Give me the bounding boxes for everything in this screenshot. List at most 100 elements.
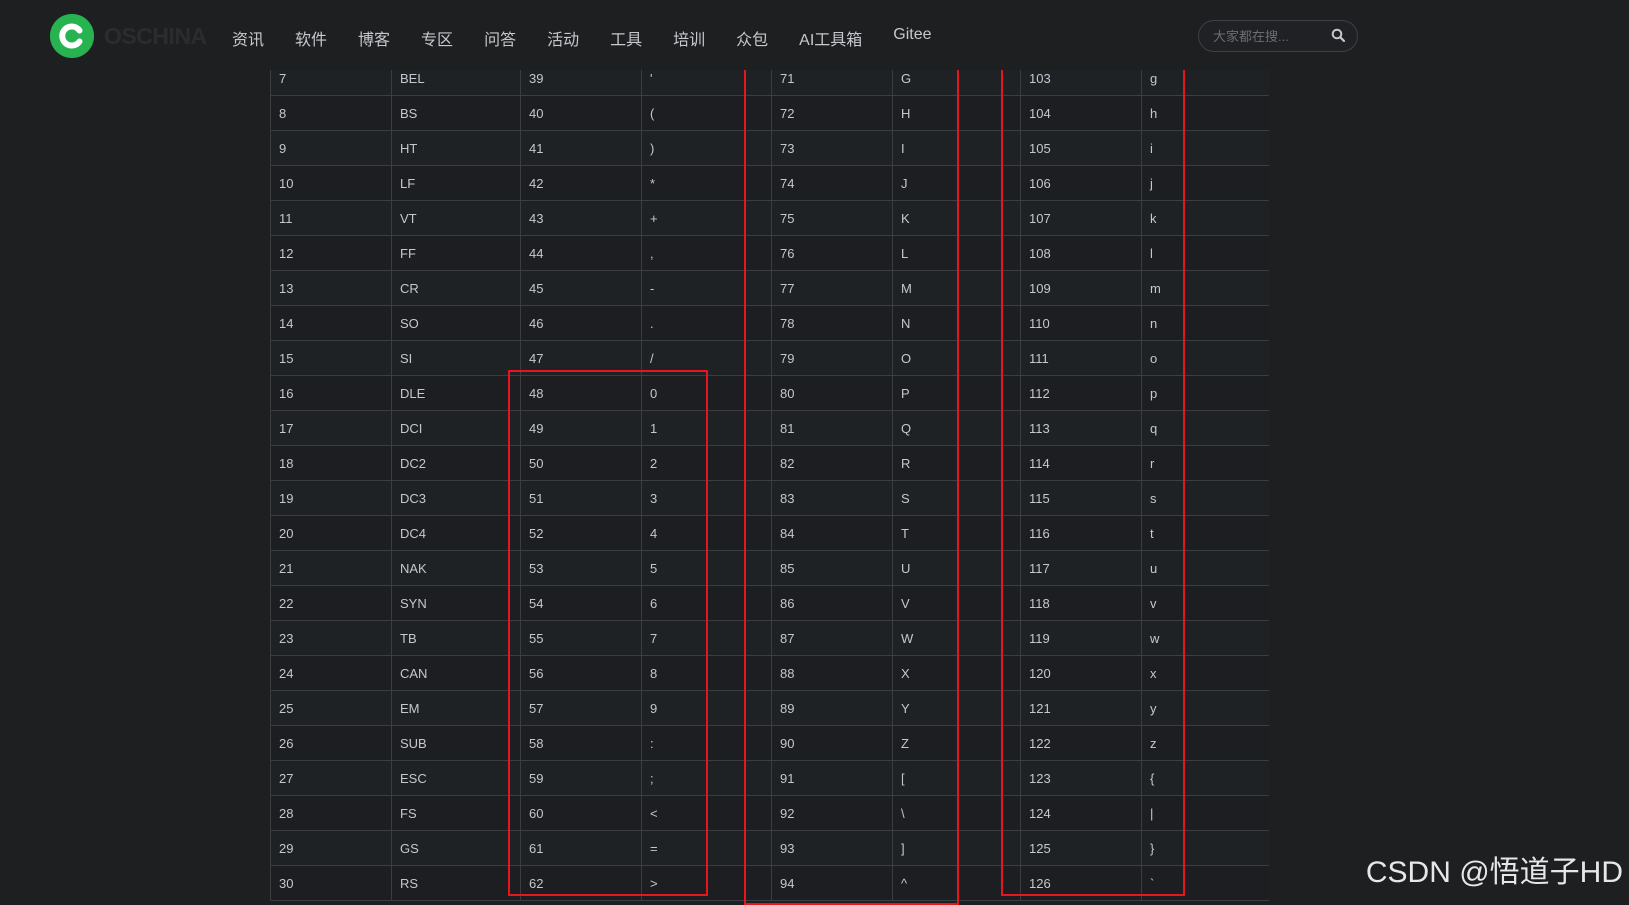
table-cell-decimal: 107 bbox=[1020, 200, 1142, 236]
table-cell-decimal: 8 bbox=[270, 95, 392, 131]
table-cell-decimal: 113 bbox=[1020, 410, 1142, 446]
table-cell-char: + bbox=[641, 200, 772, 236]
table-cell-decimal: 26 bbox=[270, 725, 392, 761]
table-cell-decimal: 49 bbox=[520, 410, 642, 446]
table-cell-decimal: 94 bbox=[771, 865, 893, 901]
table-cell-decimal: 22 bbox=[270, 585, 392, 621]
table-cell-decimal: 74 bbox=[771, 165, 893, 201]
table-cell-decimal: 58 bbox=[520, 725, 642, 761]
table-cell-char: | bbox=[1141, 795, 1269, 831]
table-cell-decimal: 24 bbox=[270, 655, 392, 691]
table-row: 27 ESC 59; 91[123{ bbox=[270, 760, 1269, 796]
nav-item[interactable]: 众包 bbox=[736, 22, 768, 54]
table-cell-decimal: 21 bbox=[270, 550, 392, 586]
table-cell-decimal: 112 bbox=[1020, 375, 1142, 411]
nav-item[interactable]: 工具 bbox=[610, 22, 642, 54]
table-cell-char: L bbox=[892, 235, 1021, 271]
table-cell-char: R bbox=[892, 445, 1021, 481]
table-cell-char: SO bbox=[391, 305, 521, 341]
table-cell-char: GS bbox=[391, 830, 521, 866]
table-cell-char: ESC bbox=[391, 760, 521, 796]
table-cell-char: TB bbox=[391, 620, 521, 656]
table-row: 28 FS 60 <92 \ 124 | bbox=[270, 795, 1269, 831]
table-cell-decimal: 55 bbox=[520, 620, 642, 656]
table-cell-char: z bbox=[1141, 725, 1269, 761]
table-cell-char: BS bbox=[391, 95, 521, 131]
table-row: 21 NAK 53 5 85 U 117 u bbox=[270, 550, 1269, 586]
table-cell-decimal: 80 bbox=[771, 375, 893, 411]
table-row: 17 DCI 49 1 81 Q 113 q bbox=[270, 410, 1269, 446]
table-cell-char: p bbox=[1141, 375, 1269, 411]
table-cell-decimal: 105 bbox=[1020, 130, 1142, 166]
table-cell-decimal: 84 bbox=[771, 515, 893, 551]
table-cell-decimal: 111 bbox=[1020, 340, 1142, 376]
table-cell-char: j bbox=[1141, 165, 1269, 201]
table-cell-char: FS bbox=[391, 795, 521, 831]
table-row: 16 DLE 48 0 80 P 112 p bbox=[270, 375, 1269, 411]
table-cell-char: < bbox=[641, 795, 772, 831]
table-cell-decimal: 75 bbox=[771, 200, 893, 236]
nav-item[interactable]: AI工具箱 bbox=[799, 22, 862, 54]
table-cell-decimal: 41 bbox=[520, 130, 642, 166]
nav-item[interactable]: 培训 bbox=[673, 22, 705, 54]
table-cell-char: u bbox=[1141, 550, 1269, 586]
table-row: 18 DC2 50 2 82 R 114 r bbox=[270, 445, 1269, 481]
table-cell-decimal: 122 bbox=[1020, 725, 1142, 761]
table-cell-char: U bbox=[892, 550, 1021, 586]
table-cell-decimal: 86 bbox=[771, 585, 893, 621]
table-cell-char: S bbox=[892, 480, 1021, 516]
table-cell-decimal: 43 bbox=[520, 200, 642, 236]
search-input[interactable] bbox=[1211, 27, 1325, 45]
table-cell-decimal: 12 bbox=[270, 235, 392, 271]
table-cell-decimal: 25 bbox=[270, 690, 392, 726]
nav-item[interactable]: 资讯 bbox=[232, 22, 264, 54]
nav-item[interactable]: 问答 bbox=[484, 22, 516, 54]
table-cell-decimal: 88 bbox=[771, 655, 893, 691]
table-cell-decimal: 117 bbox=[1020, 550, 1142, 586]
table-cell-char: 9 bbox=[641, 690, 772, 726]
nav-item[interactable]: 软件 bbox=[295, 22, 327, 54]
table-cell-char: } bbox=[1141, 830, 1269, 866]
table-cell-char: 5 bbox=[641, 550, 772, 586]
nav-item[interactable]: 专区 bbox=[421, 22, 453, 54]
table-cell-decimal: 30 bbox=[270, 865, 392, 901]
oschina-logo[interactable]: OSCHINA bbox=[50, 14, 207, 58]
table-cell-char: J bbox=[892, 165, 1021, 201]
table-cell-char: \ bbox=[892, 795, 1021, 831]
table-cell-decimal: 50 bbox=[520, 445, 642, 481]
table-cell-char: DCI bbox=[391, 410, 521, 446]
nav-item[interactable]: 博客 bbox=[358, 22, 390, 54]
nav-item[interactable]: Gitee bbox=[893, 22, 931, 54]
table-cell-char: r bbox=[1141, 445, 1269, 481]
table-cell-char: DLE bbox=[391, 375, 521, 411]
search-box[interactable] bbox=[1198, 20, 1358, 52]
table-cell-decimal: 59 bbox=[520, 760, 642, 796]
table-cell-decimal: 57 bbox=[520, 690, 642, 726]
table-cell-decimal: 121 bbox=[1020, 690, 1142, 726]
table-cell-decimal: 46 bbox=[520, 305, 642, 341]
table-cell-decimal: 48 bbox=[520, 375, 642, 411]
table-cell-decimal: 123 bbox=[1020, 760, 1142, 796]
table-cell-char: , bbox=[641, 235, 772, 271]
ascii-table: 7 BEL 39 ' 71 G 103 g 8 BS 40(72 H 104 h 9 HT 41) 73 I 105 i… bbox=[270, 61, 1269, 901]
table-cell-decimal: 60 bbox=[520, 795, 642, 831]
logo-text: OSCHINA bbox=[104, 22, 207, 49]
table-cell-decimal: 42 bbox=[520, 165, 642, 201]
table-cell-decimal: 125 bbox=[1020, 830, 1142, 866]
table-cell-decimal: 62 bbox=[520, 865, 642, 901]
table-cell-char: VT bbox=[391, 200, 521, 236]
table-cell-char: - bbox=[641, 270, 772, 306]
table-row: 15 SI 47/79 O 111 o bbox=[270, 340, 1269, 376]
nav-item[interactable]: 活动 bbox=[547, 22, 579, 54]
table-cell-decimal: 81 bbox=[771, 410, 893, 446]
table-cell-char: ) bbox=[641, 130, 772, 166]
table-cell-decimal: 53 bbox=[520, 550, 642, 586]
table-cell-char: K bbox=[892, 200, 1021, 236]
table-cell-decimal: 119 bbox=[1020, 620, 1142, 656]
table-cell-decimal: 29 bbox=[270, 830, 392, 866]
table-cell-char: ; bbox=[641, 760, 772, 796]
table-cell-decimal: 83 bbox=[771, 480, 893, 516]
table-cell-decimal: 11 bbox=[270, 200, 392, 236]
search-icon[interactable] bbox=[1331, 28, 1346, 47]
table-cell-char: / bbox=[641, 340, 772, 376]
